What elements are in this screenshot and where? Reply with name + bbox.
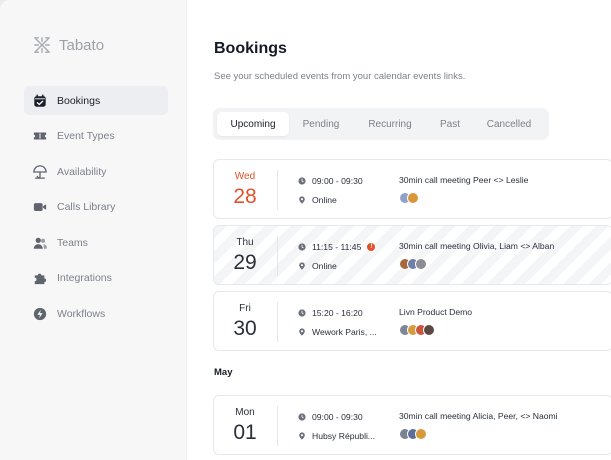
sidebar-item-teams[interactable]: Teams — [24, 228, 168, 257]
tabato-logo-icon — [34, 37, 50, 53]
location-pin-icon — [298, 432, 306, 440]
sidebar-item-label: Teams — [57, 236, 88, 249]
attendee-avatars — [399, 192, 419, 204]
page-subtitle: See your scheduled events from your cale… — [214, 71, 466, 82]
tab-pending[interactable]: Pending — [289, 112, 353, 136]
booking-location: Wework Paris, ... — [312, 327, 377, 337]
booking-card[interactable]: Fri 30 15:20 - 16:20 Wework Paris, ... L… — [213, 291, 611, 351]
booking-day: 29 — [233, 251, 257, 274]
sidebar-item-workflows[interactable]: Workflows — [24, 299, 168, 328]
attendee-avatars — [399, 324, 435, 336]
users-icon — [33, 236, 47, 250]
sidebar-item-label: Availability — [57, 165, 107, 178]
booking-location-row: Online — [298, 195, 337, 205]
booking-time-row: 11:15 - 11:45 ! — [298, 242, 376, 252]
booking-card[interactable]: Wed 28 09:00 - 09:30 Online 30min call m… — [213, 159, 611, 219]
clock-icon — [298, 413, 306, 421]
booking-day: 30 — [233, 317, 257, 340]
booking-weekday: Mon — [235, 407, 255, 418]
sidebar: Tabato Bookings Event Types Availability — [0, 0, 187, 460]
sidebar-item-label: Calls Library — [57, 201, 116, 213]
booking-card[interactable]: Thu 29 11:15 - 11:45 ! Online 30min call… — [213, 225, 611, 285]
sidebar-item-calls-library[interactable]: Calls Library — [24, 193, 168, 222]
puzzle-icon — [33, 271, 47, 285]
sidebar-item-label: Event Types — [57, 130, 115, 142]
location-pin-icon — [298, 196, 306, 204]
booking-date: Fri 30 — [214, 292, 276, 350]
booking-date: Mon 01 — [214, 396, 276, 454]
app-window: Tabato Bookings Event Types Availability — [0, 0, 611, 460]
location-pin-icon — [298, 262, 306, 270]
sidebar-item-label: Integrations — [57, 272, 112, 284]
sidebar-item-integrations[interactable]: Integrations — [24, 264, 168, 293]
avatar — [415, 258, 427, 270]
umbrella-icon — [33, 164, 47, 179]
booking-location: Hubsy Républi... — [312, 431, 376, 441]
booking-time-row: 09:00 - 09:30 — [298, 412, 363, 422]
booking-day: 01 — [233, 421, 257, 444]
sidebar-item-event-types[interactable]: Event Types — [24, 122, 168, 151]
avatar — [415, 428, 427, 440]
booking-title: 30min call meeting Olivia, Liam <> Alban — [399, 241, 555, 251]
booking-weekday: Fri — [239, 303, 251, 314]
booking-time: 09:00 - 09:30 — [312, 176, 363, 186]
booking-weekday: Thu — [236, 237, 254, 248]
booking-location: Online — [312, 261, 337, 271]
clock-icon — [298, 243, 306, 251]
clock-icon — [298, 309, 306, 317]
divider — [277, 302, 278, 342]
booking-title: Livn Product Demo — [399, 307, 473, 317]
app-logo: Tabato — [33, 36, 104, 54]
booking-time: 11:15 - 11:45 — [312, 242, 362, 252]
bolt-icon — [33, 307, 47, 321]
sidebar-item-bookings[interactable]: Bookings — [24, 86, 168, 115]
booking-location: Online — [312, 195, 337, 205]
app-name: Tabato — [59, 36, 105, 54]
tab-cancelled[interactable]: Cancelled — [473, 112, 545, 136]
booking-time-row: 15:20 - 16:20 — [298, 308, 363, 318]
sidebar-item-label: Workflows — [57, 307, 106, 320]
location-pin-icon — [298, 328, 306, 336]
tab-recurring[interactable]: Recurring — [353, 112, 427, 136]
booking-title: 30min call meeting Alicia, Peer, <> Naom… — [399, 411, 558, 421]
calendar-check-icon — [33, 93, 47, 108]
divider — [277, 236, 278, 276]
booking-time-row: 09:00 - 09:30 — [298, 176, 363, 186]
divider — [277, 170, 278, 210]
page-title: Bookings — [214, 40, 287, 57]
ticket-icon — [33, 129, 47, 143]
divider — [277, 406, 278, 446]
booking-date: Thu 29 — [214, 226, 276, 284]
sidebar-item-label: Bookings — [57, 94, 101, 107]
avatar — [407, 192, 419, 204]
booking-weekday: Wed — [234, 171, 256, 182]
warning-icon[interactable]: ! — [367, 243, 376, 251]
booking-time: 09:00 - 09:30 — [312, 412, 363, 422]
sidebar-nav: Bookings Event Types Availability Calls … — [24, 86, 168, 335]
booking-location-row: Online — [298, 261, 337, 271]
attendee-avatars — [399, 258, 427, 270]
tab-upcoming[interactable]: Upcoming — [217, 112, 289, 136]
tab-past[interactable]: Past — [427, 112, 473, 136]
booking-date: Wed 28 — [214, 160, 276, 218]
booking-title: 30min call meeting Peer <> Leslie — [399, 175, 529, 185]
avatar — [423, 324, 435, 336]
month-label: May — [214, 367, 233, 378]
booking-card[interactable]: Mon 01 09:00 - 09:30 Hubsy Républi... 30… — [213, 395, 611, 455]
booking-time: 15:20 - 16:20 — [312, 308, 363, 318]
attendee-avatars — [399, 428, 427, 440]
booking-tabs: Upcoming Pending Recurring Past Cancelle… — [213, 108, 549, 140]
booking-location-row: Wework Paris, ... — [298, 327, 377, 337]
clock-icon — [298, 177, 306, 185]
booking-location-row: Hubsy Républi... — [298, 431, 375, 441]
sidebar-item-availability[interactable]: Availability — [24, 157, 168, 186]
booking-day: 28 — [233, 185, 257, 208]
video-icon — [33, 200, 47, 214]
main-content: Bookings See your scheduled events from … — [187, 0, 611, 460]
